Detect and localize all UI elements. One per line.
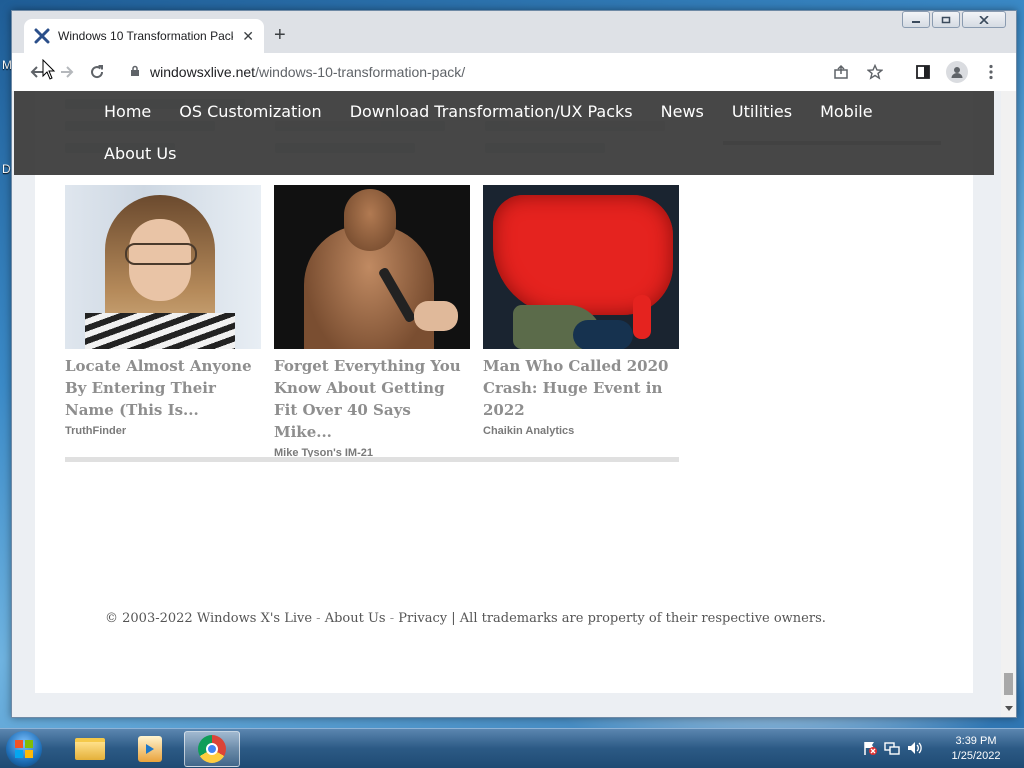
scrollbar-thumb[interactable] <box>1004 673 1013 695</box>
nav-news[interactable]: News <box>661 99 704 141</box>
omnibox-actions <box>826 57 890 87</box>
tab-title: Windows 10 Transformation Pack <box>58 29 233 43</box>
desktop-icon-label-d: D <box>2 162 11 176</box>
sponsored-cards: Locate Almost Anyone By Entering Their N… <box>65 185 679 459</box>
restore-button[interactable] <box>932 11 960 28</box>
action-center-flag-icon[interactable] <box>862 740 878 759</box>
explorer-taskbar-button[interactable] <box>62 731 118 767</box>
nav-os-customization[interactable]: OS Customization <box>179 99 321 141</box>
sponsored-card[interactable]: Forget Everything You Know About Getting… <box>274 185 470 459</box>
close-window-button[interactable] <box>962 11 1006 28</box>
sponsored-card[interactable]: Locate Almost Anyone By Entering Their N… <box>65 185 261 459</box>
address-bar[interactable]: windowsxlive.net /windows-10-transformat… <box>120 57 900 87</box>
folder-icon <box>75 738 105 760</box>
share-icon[interactable] <box>826 57 856 87</box>
windows-logo-icon <box>15 740 33 758</box>
clock-date: 1/25/2022 <box>951 750 1001 762</box>
card-image-boxer[interactable] <box>274 185 470 349</box>
minimize-button[interactable] <box>902 11 930 28</box>
chrome-icon <box>198 735 226 763</box>
clock-time: 3:39 PM <box>955 735 997 747</box>
menu-kebab-icon[interactable] <box>976 57 1006 87</box>
page-scrollbar[interactable] <box>1001 91 1016 717</box>
volume-icon[interactable] <box>906 740 922 759</box>
nav-download-packs[interactable]: Download Transformation/UX Packs <box>350 99 633 141</box>
bookmark-star-icon[interactable] <box>860 57 890 87</box>
new-tab-button[interactable]: + <box>274 25 286 45</box>
card-title[interactable]: Forget Everything You Know About Getting… <box>274 355 470 443</box>
card-image-woman[interactable] <box>65 185 261 349</box>
card-title[interactable]: Man Who Called 2020 Crash: Huge Event in… <box>483 355 679 421</box>
reload-icon[interactable] <box>82 57 112 87</box>
footer-privacy-link[interactable]: Privacy <box>398 611 447 626</box>
tab-strip: Windows 10 Transformation Pack ✕ + <box>12 11 1016 53</box>
network-icon[interactable] <box>884 740 900 759</box>
site-navbar: Home OS Customization Download Transform… <box>14 91 994 175</box>
card-title[interactable]: Locate Almost Anyone By Entering Their N… <box>65 355 261 421</box>
sponsored-card[interactable]: Man Who Called 2020 Crash: Huge Event in… <box>483 185 679 459</box>
forward-icon[interactable] <box>52 57 82 87</box>
media-player-taskbar-button[interactable] <box>122 731 178 767</box>
window-controls <box>902 11 1006 28</box>
media-player-icon <box>138 736 162 762</box>
page-viewport: Locate Almost Anyone By Entering Their N… <box>12 91 1016 717</box>
card-source: TruthFinder <box>65 425 127 437</box>
start-button[interactable] <box>6 731 42 767</box>
nav-home[interactable]: Home <box>104 99 151 141</box>
site-footer: © 2003-2022 Windows X's Live - About Us … <box>105 611 826 626</box>
taskbar: 3:39 PM 1/25/2022 <box>0 728 1024 768</box>
browser-toolbar: windowsxlive.net /windows-10-transformat… <box>12 53 1016 91</box>
card-source: Chaikin Analytics <box>483 425 575 437</box>
browser-tab[interactable]: Windows 10 Transformation Pack ✕ <box>24 19 264 53</box>
footer-trademark-text: | All trademarks are property of their r… <box>447 611 826 626</box>
lock-icon[interactable] <box>130 65 140 80</box>
system-clock[interactable]: 3:39 PM 1/25/2022 <box>940 734 1012 764</box>
side-panel-icon[interactable] <box>908 57 938 87</box>
url-path: /windows-10-transformation-pack/ <box>255 64 466 80</box>
nav-mobile[interactable]: Mobile <box>820 99 872 141</box>
footer-about-link[interactable]: About Us <box>325 611 386 626</box>
chrome-taskbar-button[interactable] <box>184 731 240 767</box>
profile-avatar[interactable] <box>942 57 972 87</box>
profile-icon <box>946 61 968 83</box>
toolbar-actions <box>908 57 1006 87</box>
url-host: windowsxlive.net <box>150 64 256 80</box>
tab-close-icon[interactable]: ✕ <box>242 28 254 45</box>
site-favicon-icon <box>34 28 50 44</box>
system-tray <box>862 729 922 768</box>
nav-about-us[interactable]: About Us <box>104 141 176 183</box>
card-image-map[interactable] <box>483 185 679 349</box>
footer-separator: - <box>312 611 325 626</box>
footer-separator: - <box>385 611 399 626</box>
cards-divider <box>65 457 679 462</box>
footer-copyright: © 2003-2022 Windows X's Live <box>105 611 313 626</box>
nav-utilities[interactable]: Utilities <box>732 99 792 141</box>
chrome-window: Windows 10 Transformation Pack ✕ + windo… <box>11 10 1017 718</box>
scroll-down-arrow-icon[interactable] <box>1001 701 1016 715</box>
